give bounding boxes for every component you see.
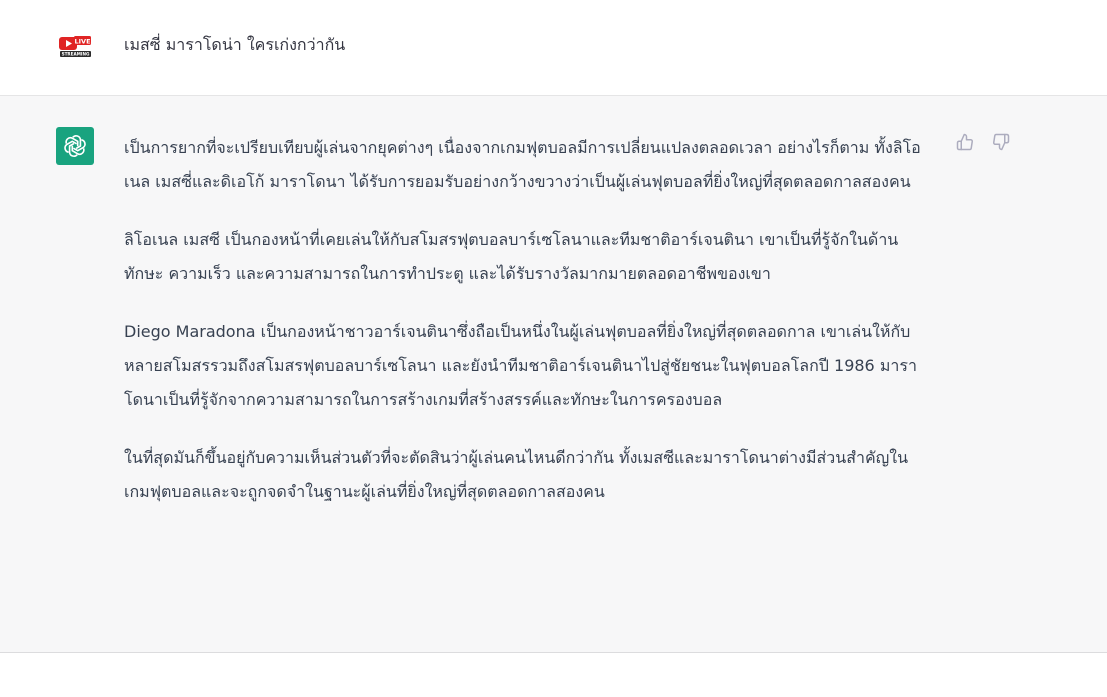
thumbs-down-icon bbox=[993, 133, 1010, 151]
assistant-message-row: เป็นการยากที่จะเปรียบเทียบผู้เล่นจากยุคต… bbox=[0, 96, 1107, 653]
avatar-caption-text: STREAMING bbox=[62, 52, 90, 57]
assistant-paragraph: ในที่สุดมันก็ขึ้นอยู่กับความเห็นส่วนตัวท… bbox=[124, 448, 909, 501]
feedback-buttons bbox=[955, 132, 1011, 152]
openai-logo-icon bbox=[56, 127, 94, 165]
assistant-paragraph: เป็นการยากที่จะเปรียบเทียบผู้เล่นจากยุคต… bbox=[124, 138, 921, 191]
chat-page: LIVE STREAMING เมสซี่ มาราโดน่า ใครเก่งก… bbox=[0, 0, 1107, 697]
user-message-text: เมสซี่ มาราโดน่า ใครเก่งกว่ากัน bbox=[124, 35, 346, 54]
thumbs-down-button[interactable] bbox=[991, 132, 1011, 152]
thumbs-up-icon bbox=[956, 133, 973, 151]
thumbs-up-button[interactable] bbox=[955, 132, 975, 152]
live-streaming-avatar-icon: LIVE STREAMING bbox=[56, 27, 94, 65]
avatar-badge-text: LIVE bbox=[74, 37, 90, 45]
user-message-row: LIVE STREAMING เมสซี่ มาราโดน่า ใครเก่งก… bbox=[0, 0, 1107, 96]
assistant-paragraph: Diego Maradona เป็นกองหน้าชาวอาร์เจนตินา… bbox=[124, 322, 917, 409]
assistant-message-content: เป็นการยากที่จะเปรียบเทียบผู้เล่นจากยุคต… bbox=[124, 131, 924, 533]
assistant-paragraph: ลิโอเนล เมสซี เป็นกองหน้าที่เคยเล่นให้กั… bbox=[124, 230, 899, 283]
